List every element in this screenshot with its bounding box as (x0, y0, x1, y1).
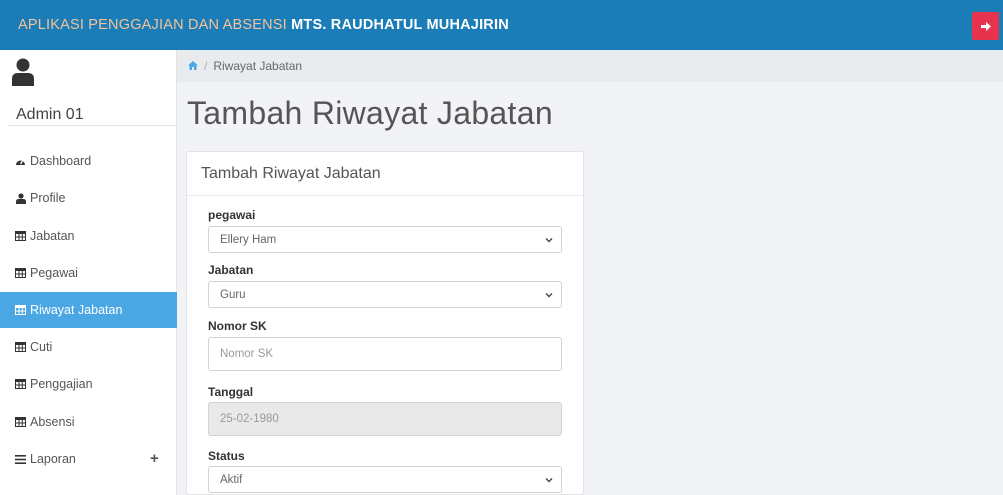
pegawai-label: pegawai (208, 208, 256, 222)
status-label: Status (208, 449, 245, 463)
app-title-prefix: APLIKASI PENGGAJIAN DAN ABSENSI (18, 17, 292, 33)
nomor-sk-label: Nomor SK (208, 319, 267, 333)
card-title: Tambah Riwayat Jabatan (201, 165, 381, 182)
nomor-sk-placeholder: Nomor SK (220, 348, 274, 360)
home-icon[interactable] (188, 59, 198, 73)
expand-plus-icon[interactable]: + (150, 450, 159, 467)
status-select[interactable]: Aktif (208, 466, 562, 493)
tanggal-input[interactable]: 25-02-1980 (208, 402, 562, 436)
form-card: Tambah Riwayat Jabatan pegawai Ellery Ha… (186, 151, 584, 495)
breadcrumb-separator: / (204, 59, 208, 73)
sidebar-item-label: Penggajian (30, 377, 93, 391)
sidebar-item-laporan[interactable]: Laporan + (0, 441, 177, 477)
card-header: Tambah Riwayat Jabatan (187, 152, 583, 196)
app-title-school: MTS. RAUDHATUL MUHAJIRIN (291, 17, 509, 33)
table-icon (15, 305, 26, 316)
sidebar-item-label: Riwayat Jabatan (30, 303, 123, 317)
sidebar-item-riwayat-jabatan[interactable]: Riwayat Jabatan (0, 292, 177, 328)
app-header: APLIKASI PENGGAJIAN DAN ABSENSI MTS. RAU… (0, 0, 1003, 50)
logout-button[interactable] (972, 12, 999, 40)
sidebar-item-label: Pegawai (30, 266, 78, 280)
sidebar-item-absensi[interactable]: Absensi (0, 404, 177, 440)
sidebar-item-jabatan[interactable]: Jabatan (0, 218, 177, 254)
table-icon (15, 379, 26, 390)
sidebar-item-label: Absensi (30, 415, 75, 429)
sidebar-item-profile[interactable]: Profile (0, 180, 177, 216)
username: Admin 01 (16, 106, 84, 123)
sidebar-item-penggajian[interactable]: Penggajian (0, 366, 177, 402)
user-avatar-icon (12, 58, 34, 86)
tachometer-icon (15, 156, 26, 167)
sidebar-item-label: Dashboard (30, 154, 92, 168)
page-title: Tambah Riwayat Jabatan (187, 95, 553, 131)
breadcrumb-current: Riwayat Jabatan (213, 59, 303, 73)
jabatan-value: Guru (220, 288, 246, 301)
sidebar-item-dashboard[interactable]: Dashboard (0, 143, 177, 179)
table-icon (15, 268, 26, 279)
status-value: Aktif (220, 473, 243, 486)
app-title: APLIKASI PENGGAJIAN DAN ABSENSI MTS. RAU… (18, 17, 509, 33)
sidebar-item-label: Cuti (30, 340, 53, 354)
table-icon (15, 417, 26, 428)
nomor-sk-input[interactable]: Nomor SK (208, 337, 562, 371)
sidebar-item-label: Jabatan (30, 229, 75, 243)
tanggal-label: Tanggal (208, 385, 254, 399)
user-icon (15, 192, 26, 204)
pegawai-value: Ellery Ham (220, 233, 277, 246)
bars-icon (15, 454, 26, 465)
jabatan-select[interactable]: Guru (208, 281, 562, 308)
sidebar-divider (8, 125, 177, 126)
pegawai-select[interactable]: Ellery Ham (208, 226, 562, 253)
sidebar-item-cuti[interactable]: Cuti (0, 329, 177, 365)
sidebar-item-label: Laporan (30, 452, 76, 466)
breadcrumb: / Riwayat Jabatan (177, 50, 1003, 82)
sign-out-icon (980, 21, 991, 31)
chevron-down-icon (545, 238, 553, 243)
table-icon (15, 342, 26, 353)
sidebar: Admin 01 Dashboard Profile Jabatan Pegaw… (0, 50, 177, 495)
tanggal-value: 25-02-1980 (220, 413, 279, 425)
chevron-down-icon (545, 293, 553, 298)
sidebar-item-pegawai[interactable]: Pegawai (0, 255, 177, 291)
table-icon (15, 231, 26, 242)
jabatan-label: Jabatan (208, 263, 254, 277)
chevron-down-icon (545, 478, 553, 483)
sidebar-item-label: Profile (30, 191, 66, 205)
